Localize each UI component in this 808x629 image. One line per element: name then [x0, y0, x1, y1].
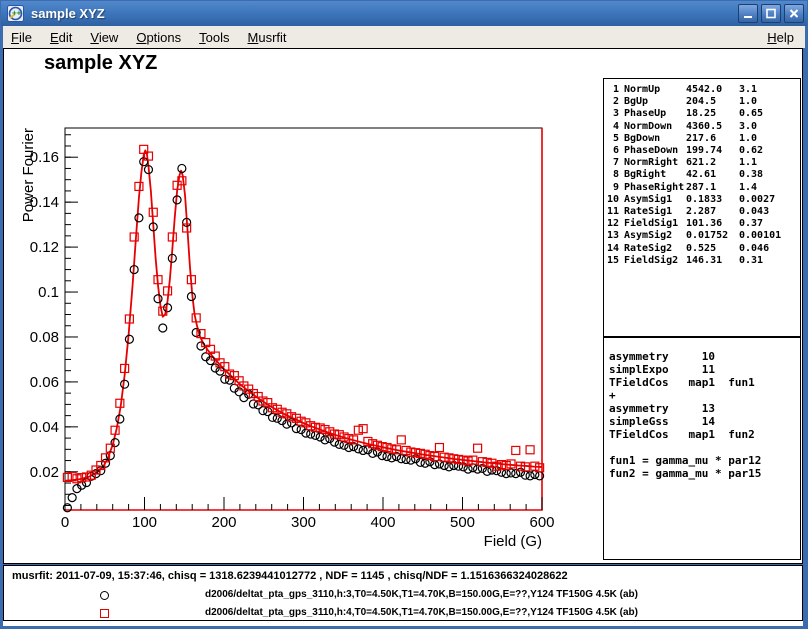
parameter-row: 15FieldSig2146.310.31 — [604, 255, 800, 267]
y-axis-title: Power Fourier — [20, 128, 37, 222]
parameter-row: 6PhaseDown199.740.62 — [604, 145, 800, 157]
x-axis-title: Field (G) — [484, 533, 542, 550]
fit-status-line: musrfit: 2011-07-09, 15:37:46, chisq = 1… — [12, 570, 568, 582]
y-tick-label: 0.02 — [30, 464, 59, 481]
parameter-row: 12FieldSig1101.360.37 — [604, 218, 800, 230]
x-tick-label: 0 — [61, 514, 69, 531]
musrfit-window: ++ sample XYZ FileEditViewOptionsToolsMu… — [0, 0, 808, 629]
parameter-row: 9PhaseRight287.11.4 — [604, 182, 800, 194]
x-tick-label: 300 — [291, 514, 316, 531]
y-tick-label: 0.1 — [38, 284, 59, 301]
theory-line: fun2 = gamma_mu * par15 — [609, 467, 800, 480]
parameter-row: 5BgDown217.61.0 — [604, 133, 800, 145]
y-tick-label: 0.12 — [30, 239, 59, 256]
legend-run-label: d2006/deltat_pta_gps_3110,h:4,T0=4.50K,T… — [205, 607, 638, 618]
legend-run-label: d2006/deltat_pta_gps_3110,h:3,T0=4.50K,T… — [205, 589, 638, 600]
theory-line: fun1 = gamma_mu * par12 — [609, 454, 800, 467]
fit-frame-edge — [65, 128, 542, 510]
parameter-row: 14RateSig20.5250.046 — [604, 243, 800, 255]
y-tick-label: 0.08 — [30, 329, 59, 346]
parameter-row: 7NormRight621.21.1 — [604, 157, 800, 169]
x-tick-label: 100 — [132, 514, 157, 531]
theory-function-box: asymmetry 10simplExpo 11TFieldCos map1 f… — [603, 337, 801, 560]
parameter-row: 8BgRight42.610.38 — [604, 169, 800, 181]
theory-line: asymmetry 13 — [609, 402, 800, 415]
theory-line: asymmetry 10 — [609, 350, 800, 363]
parameter-row: 1NormUp4542.03.1 — [604, 84, 800, 96]
square-marker-icon — [100, 609, 109, 618]
plot-frame — [65, 128, 542, 510]
theory-line: simpleGss 14 — [609, 415, 800, 428]
x-tick-label: 500 — [450, 514, 475, 531]
y-tick-label: 0.06 — [30, 374, 59, 391]
parameter-row: 11RateSig12.2870.043 — [604, 206, 800, 218]
theory-line: simplExpo 11 — [609, 363, 800, 376]
parameter-row: 13AsymSig20.017520.00101 — [604, 230, 800, 242]
x-tick-label: 200 — [211, 514, 236, 531]
parameter-row: 2BgUp204.51.0 — [604, 96, 800, 108]
x-tick-label: 600 — [529, 514, 554, 531]
parameter-row: 3PhaseUp18.250.65 — [604, 108, 800, 120]
fit-parameter-box: 1NormUp4542.03.12BgUp204.51.03PhaseUp18.… — [603, 78, 801, 337]
circle-marker-icon — [100, 591, 109, 600]
parameter-row: 4NormDown4360.53.0 — [604, 121, 800, 133]
parameter-row: 10AsymSig10.18330.0027 — [604, 194, 800, 206]
theory-line: TFieldCos map1 fun2 — [609, 428, 800, 441]
theory-line — [609, 441, 800, 454]
theory-line: + — [609, 389, 800, 402]
theory-line: TFieldCos map1 fun1 — [609, 376, 800, 389]
x-tick-label: 400 — [370, 514, 395, 531]
fit-curve-line — [65, 150, 542, 480]
y-tick-label: 0.04 — [30, 419, 59, 436]
